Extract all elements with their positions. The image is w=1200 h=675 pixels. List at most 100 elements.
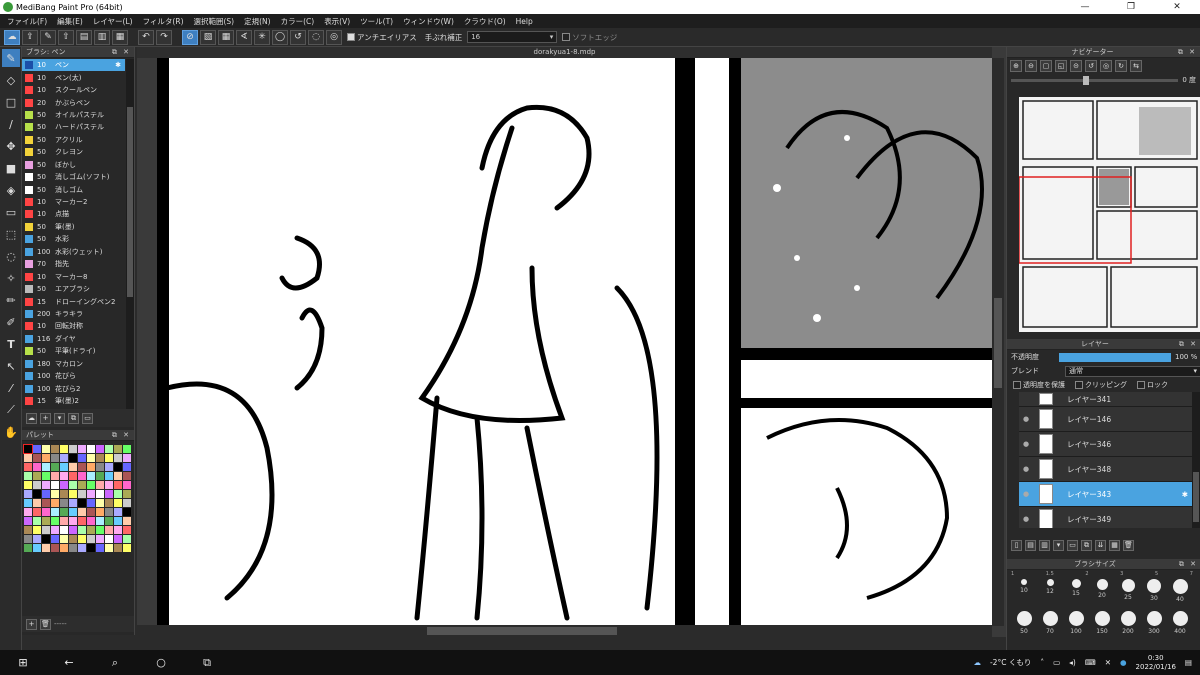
brush-item[interactable]: 10 ペン(太) — [22, 71, 125, 83]
brush-item[interactable]: 50 ぼかし — [22, 159, 125, 171]
palette-swatch[interactable] — [33, 490, 41, 498]
palette-swatch[interactable] — [51, 526, 59, 534]
delete-layer-icon[interactable]: 🗑 — [1123, 539, 1134, 551]
layer-row-selected[interactable]: ● レイヤー343 ✱ — [1019, 482, 1192, 507]
blend-select[interactable]: 通常 ▾ — [1065, 365, 1200, 377]
snap-concentric-icon[interactable]: ◎ — [326, 29, 342, 45]
protect-alpha-checkbox[interactable] — [1013, 380, 1021, 389]
snap-off-icon[interactable]: ⊘ — [182, 29, 198, 45]
palette-swatch[interactable] — [33, 535, 41, 543]
folder-icon[interactable]: ▭ — [82, 412, 93, 424]
menu-ruler[interactable]: 定規(N) — [239, 16, 275, 27]
palette-swatch[interactable] — [60, 499, 68, 507]
cloud-icon[interactable]: ☁ — [4, 29, 20, 45]
brush-size-cell[interactable]: 100 — [1063, 611, 1089, 641]
dot-tool-icon[interactable]: ∕ — [2, 115, 20, 133]
palette-swatch[interactable] — [51, 463, 59, 471]
layer-row[interactable]: レイヤー341 — [1019, 392, 1192, 407]
eye-icon[interactable]: ● — [1019, 515, 1033, 523]
palette-swatch[interactable] — [114, 445, 122, 453]
palette-swatch[interactable] — [60, 517, 68, 525]
palette-swatch[interactable] — [69, 544, 77, 552]
palette-swatch[interactable] — [123, 499, 131, 507]
palette-swatch[interactable] — [51, 499, 59, 507]
hand-tool-icon[interactable]: ✋ — [2, 423, 20, 441]
maximize-button[interactable]: ❐ — [1108, 2, 1154, 12]
palette-swatch[interactable] — [33, 472, 41, 480]
book-icon[interactable]: ▥ — [94, 29, 110, 45]
upload-icon[interactable]: ⇪ — [22, 29, 38, 45]
windows-start-icon[interactable]: ⊞ — [0, 656, 46, 669]
brush-item[interactable]: 100 花びら2 — [22, 382, 125, 394]
zoom-reset-icon[interactable]: ⊝ — [1070, 60, 1082, 72]
undo-icon[interactable]: ↶ — [138, 29, 154, 45]
palette-swatch[interactable] — [24, 526, 32, 534]
palette-swatch[interactable] — [78, 499, 86, 507]
menu-edit[interactable]: 編集(E) — [52, 16, 88, 27]
palette-swatch[interactable] — [105, 490, 113, 498]
brush-item[interactable]: 10 マーカー2 — [22, 196, 125, 208]
lasso-tool-icon[interactable]: ◌ — [2, 247, 20, 265]
palette-swatch[interactable] — [24, 490, 32, 498]
palette-swatch[interactable] — [96, 445, 104, 453]
merge-layer-icon[interactable]: ⇊ — [1095, 539, 1106, 551]
brush-size-cell[interactable]: 50 — [1011, 611, 1037, 641]
palette-swatch[interactable] — [60, 508, 68, 516]
palette-swatch[interactable] — [96, 463, 104, 471]
brush-item[interactable]: 100 水彩(ウェット) — [22, 246, 125, 258]
brush-size-cell[interactable]: 40 — [1167, 579, 1193, 609]
palette-swatch[interactable] — [33, 526, 41, 534]
antialias-checkbox[interactable] — [347, 33, 355, 41]
palette-swatch[interactable] — [123, 508, 131, 516]
palette-swatch[interactable] — [24, 454, 32, 462]
antialias-toggle[interactable]: アンチエイリアス — [347, 32, 417, 43]
palette-swatch[interactable] — [96, 508, 104, 516]
stabilizer-select[interactable]: 16 ▾ — [467, 31, 558, 43]
palette-swatch[interactable] — [51, 490, 59, 498]
layer-row[interactable]: ● レイヤー146 — [1019, 407, 1192, 432]
palette-swatch[interactable] — [69, 472, 77, 480]
select-pen-tool-icon[interactable]: ✏ — [2, 291, 20, 309]
brush-item[interactable]: 20 かぶらペン — [22, 96, 125, 108]
menu-window[interactable]: ウィンドウ(W) — [398, 16, 459, 27]
palette-swatch[interactable] — [114, 454, 122, 462]
panel-close-icon[interactable]: ⧉ ✕ — [1179, 560, 1198, 569]
close-button[interactable]: ✕ — [1154, 2, 1200, 12]
snap-perspective-icon[interactable]: ∢ — [236, 29, 252, 45]
palette-swatch[interactable] — [51, 535, 59, 543]
brush-item[interactable]: 10 マーカー8 — [22, 270, 125, 282]
fit-icon[interactable]: ▢ — [1040, 60, 1052, 72]
palette-swatch[interactable] — [105, 481, 113, 489]
palette-swatch[interactable] — [78, 517, 86, 525]
brush-size-cell[interactable]: 10 — [1011, 579, 1037, 609]
palette-swatch[interactable] — [60, 445, 68, 453]
palette-swatch[interactable] — [114, 526, 122, 534]
palette-swatch[interactable] — [105, 463, 113, 471]
menu-filter[interactable]: フィルタ(R) — [138, 16, 189, 27]
brush-item[interactable]: 50 消しゴム — [22, 183, 125, 195]
layer-props-icon[interactable]: ▦ — [1109, 539, 1120, 551]
back-arrow-icon[interactable]: ← — [46, 656, 92, 669]
palette-swatch[interactable] — [123, 463, 131, 471]
canvas-horizontal-scrollbar[interactable] — [137, 625, 992, 637]
copy-brush-icon[interactable]: ⧉ — [68, 412, 79, 424]
slider-knob[interactable] — [1083, 75, 1089, 85]
panel-close-icon[interactable]: ⧉ ✕ — [1179, 340, 1198, 349]
gear-icon[interactable]: ✱ — [1182, 490, 1188, 499]
brush-list-scrollbar[interactable] — [126, 59, 134, 417]
scrollbar-thumb[interactable] — [1193, 472, 1199, 522]
brush-item[interactable]: 50 アクリル — [22, 134, 125, 146]
brush-item[interactable]: 50 エアブラシ — [22, 283, 125, 295]
palette-swatch[interactable] — [96, 472, 104, 480]
canvas-vertical-scrollbar[interactable] — [992, 58, 1004, 626]
palette-swatch[interactable] — [42, 454, 50, 462]
palette-swatch[interactable] — [87, 481, 95, 489]
palette-swatch[interactable] — [78, 463, 86, 471]
palette-swatch[interactable] — [114, 499, 122, 507]
palette-swatch[interactable] — [24, 535, 32, 543]
brush-item[interactable]: 10 ペン ✱ — [22, 59, 125, 72]
snap-circle-icon[interactable]: ◯ — [272, 29, 288, 45]
layer-list-scrollbar[interactable] — [1192, 392, 1200, 528]
palette-swatch[interactable] — [69, 508, 77, 516]
palette-swatch[interactable] — [87, 517, 95, 525]
